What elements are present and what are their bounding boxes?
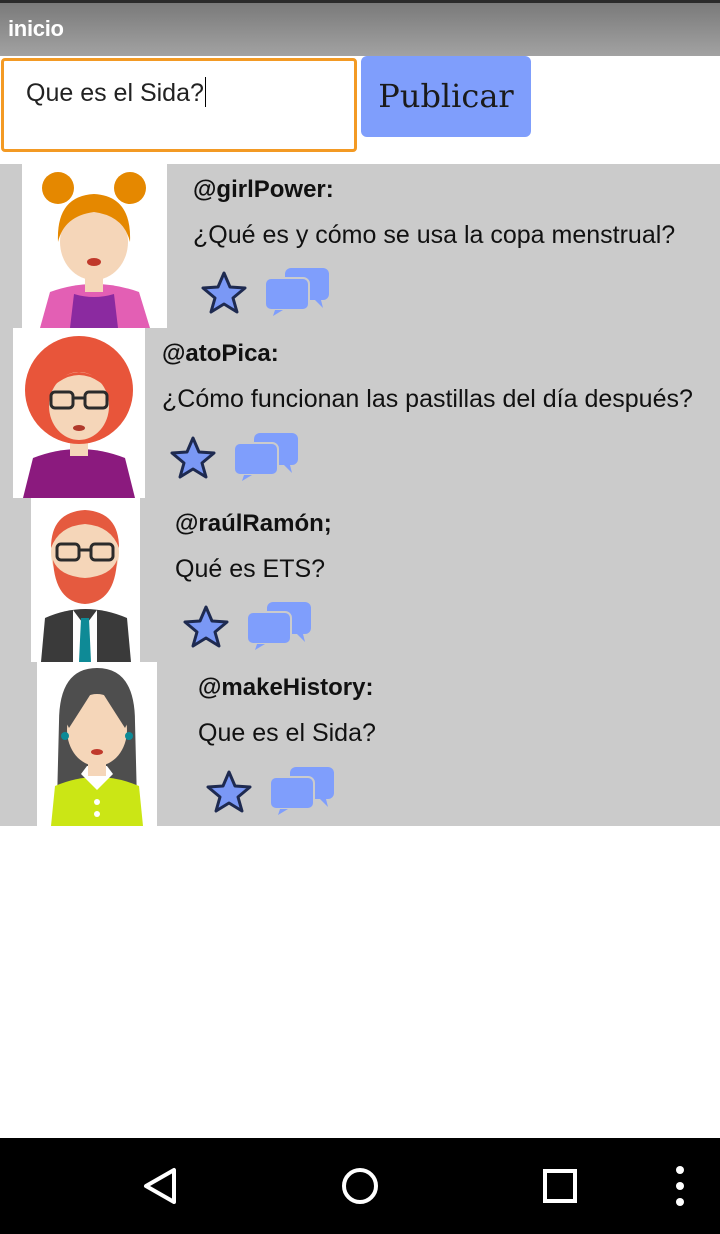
post-username: @raúlRamón; — [175, 510, 332, 537]
app-title-bar: inicio — [0, 0, 720, 56]
system-navigation-bar — [0, 1138, 720, 1234]
avatar-atopica — [13, 328, 145, 498]
star-icon[interactable] — [170, 435, 216, 479]
post-question: ¿Cómo funcionan las pastillas del día de… — [162, 385, 693, 413]
avatar-makehistory — [37, 662, 157, 826]
comment-bubbles-icon[interactable] — [245, 600, 313, 650]
back-icon[interactable] — [132, 1158, 188, 1214]
question-input[interactable]: Que es el Sida? — [1, 58, 357, 152]
recents-icon[interactable] — [532, 1158, 588, 1214]
comment-bubbles-icon[interactable] — [232, 431, 300, 481]
post-question: Que es el Sida? — [198, 719, 376, 747]
app-title: inicio — [8, 16, 64, 41]
star-icon[interactable] — [206, 769, 252, 813]
star-icon[interactable] — [201, 270, 247, 314]
star-icon[interactable] — [183, 604, 229, 648]
home-icon[interactable] — [332, 1158, 388, 1214]
post-username: @atoPica: — [162, 340, 279, 367]
avatar-girlpower — [22, 164, 167, 328]
comment-bubbles-icon[interactable] — [268, 765, 336, 815]
avatar-raulramon — [31, 498, 140, 662]
post-username: @girlPower: — [193, 176, 334, 203]
comment-bubbles-icon[interactable] — [263, 266, 331, 316]
question-feed: @girlPower: ¿Qué es y cómo se usa la cop… — [0, 164, 720, 826]
more-vert-icon[interactable] — [652, 1158, 708, 1214]
text-caret — [204, 77, 206, 107]
question-input-value: Que es el Sida? — [26, 79, 204, 107]
publish-button[interactable]: Publicar — [361, 56, 531, 137]
post-question: Qué es ETS? — [175, 555, 326, 583]
post-username: @makeHistory: — [198, 674, 374, 701]
post-question: ¿Qué es y cómo se usa la copa menstrual? — [193, 221, 676, 249]
